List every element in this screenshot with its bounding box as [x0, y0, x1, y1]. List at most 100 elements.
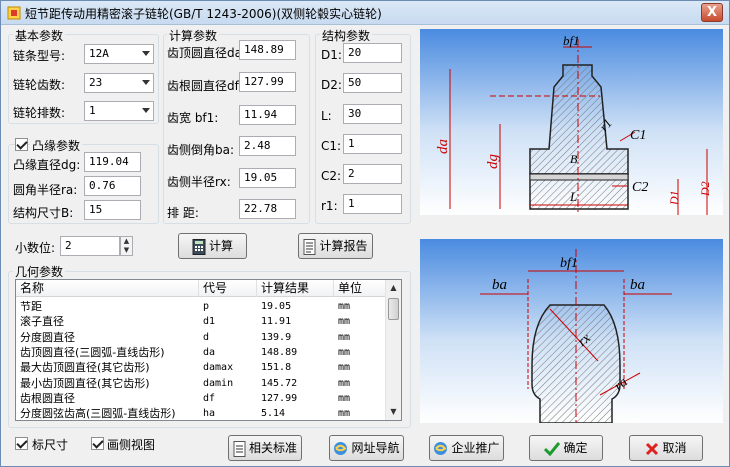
ra-field[interactable]: 0.76	[84, 176, 141, 196]
b-label: 结构尺寸B:	[13, 206, 74, 220]
standard-button[interactable]: 相关标准	[228, 435, 302, 461]
basic-params-title: 基本参数	[13, 27, 66, 44]
cancel-button[interactable]: 取消	[629, 435, 703, 461]
col-result[interactable]: 计算结果	[257, 280, 334, 297]
teeth-select[interactable]: 23	[84, 73, 154, 93]
dim-d1: D1	[667, 190, 681, 206]
spin-down-icon[interactable]: ▼	[121, 246, 132, 255]
dimension-checkbox[interactable]	[15, 437, 28, 450]
dim-b: B	[570, 152, 578, 166]
rx-field[interactable]: 19.05	[239, 168, 296, 188]
calculate-button-label: 计算	[208, 239, 233, 253]
table-row[interactable]: 滚子直径 d1 11.91 mm	[16, 314, 386, 329]
ba-field[interactable]: 2.48	[239, 136, 296, 156]
dg-field[interactable]: 119.04	[84, 152, 141, 172]
decimals-spinner[interactable]: ▲ ▼	[120, 236, 133, 256]
document-icon	[233, 440, 246, 457]
geometry-title: 几何参数	[13, 263, 66, 280]
d2-field[interactable]: 50	[343, 73, 402, 93]
report-icon	[303, 238, 316, 255]
dim-l: L	[569, 189, 577, 204]
d1-label: D1:	[321, 48, 342, 62]
scroll-up-icon[interactable]: ▲	[386, 280, 401, 296]
promo-button-label: 企业推广	[451, 441, 500, 455]
pitch-field[interactable]: 22.78	[239, 199, 296, 219]
side-view-checkbox[interactable]	[91, 437, 104, 450]
spin-up-icon[interactable]: ▲	[121, 237, 132, 246]
d1-field[interactable]: 20	[343, 43, 402, 63]
scroll-down-icon[interactable]: ▼	[386, 404, 401, 420]
r1-field[interactable]: 1	[343, 194, 402, 214]
cell-code: p	[203, 301, 210, 312]
decimals-field[interactable]: 2	[60, 236, 120, 256]
b-field[interactable]: 15	[84, 200, 141, 220]
report-button-label: 计算报告	[319, 239, 368, 253]
rx-label: 齿侧半径rx:	[167, 175, 231, 189]
boss-params-title: 凸缘参数	[30, 137, 83, 154]
table-row[interactable]: 分度圆弦齿高(三圆弧-直线齿形) ha 5.14 mm	[16, 406, 386, 420]
cell-unit: mm	[338, 346, 351, 358]
app-icon	[7, 6, 21, 20]
calc-params-title: 计算参数	[167, 27, 220, 44]
struct-params-title: 结构参数	[320, 27, 373, 44]
table-row[interactable]: 齿根圆直径 df 127.99 mm	[16, 391, 386, 406]
dim-bf1-2: bf1	[560, 256, 578, 271]
teeth-label: 链轮齿数:	[13, 78, 66, 92]
cell-value: 151.8	[261, 362, 292, 374]
l-label: L:	[321, 109, 332, 123]
calculator-icon	[192, 238, 206, 255]
rows-value: 1	[89, 104, 96, 117]
col-name[interactable]: 名称	[16, 280, 199, 297]
cell-value: 127.99	[261, 392, 298, 404]
cell-code: damax	[203, 362, 234, 374]
scroll-thumb[interactable]	[388, 298, 399, 320]
boss-params-checkbox[interactable]	[15, 138, 28, 151]
tooth-profile-figure: bf1 ba ba rx ra	[420, 239, 723, 424]
cell-name: 齿根圆直径	[20, 391, 75, 405]
dim-ba-right: ba	[630, 277, 645, 293]
chain-model-label: 链条型号:	[13, 49, 66, 63]
ok-button-label: 确定	[563, 441, 588, 455]
dim-ba-left: ba	[492, 277, 507, 293]
chain-model-select[interactable]: 12A	[84, 44, 154, 64]
da-field[interactable]: 148.89	[239, 40, 296, 60]
promo-button[interactable]: 企业推广	[429, 435, 504, 461]
table-row[interactable]: 齿顶圆直径(三圆弧-直线齿形) da 148.89 mm	[16, 345, 386, 360]
dim-da: da	[435, 139, 451, 154]
cancel-button-label: 取消	[662, 441, 687, 455]
col-unit[interactable]: 单位	[334, 280, 386, 297]
cell-code: da	[203, 346, 216, 358]
cell-code: damin	[203, 377, 234, 389]
col-code[interactable]: 代号	[199, 280, 257, 297]
title-bar: 短节距传动用精密滚子链轮(GB/T 1243-2006)(双侧轮毂实心链轮) X	[1, 1, 729, 25]
nav-button[interactable]: 网址导航	[329, 435, 404, 461]
geometry-table[interactable]: 名称 代号 计算结果 单位 节距 p 19.05 mm 滚子直径 d1 11.91 mm 分度圆…	[15, 279, 402, 421]
report-button[interactable]: 计算报告	[298, 233, 373, 259]
nav-button-label: 网址导航	[351, 441, 400, 455]
c1-field[interactable]: 1	[343, 134, 402, 154]
table-row[interactable]: 节距 p 19.05 mm	[16, 299, 386, 314]
table-row[interactable]: 分度圆直径 d 139.9 mm	[16, 330, 386, 345]
c2-field[interactable]: 2	[343, 164, 402, 184]
cell-name: 最小齿顶圆直径(其它齿形)	[20, 376, 150, 390]
cell-unit: mm	[338, 392, 351, 404]
cell-name: 滚子直径	[20, 315, 64, 329]
bf1-field[interactable]: 11.94	[239, 105, 296, 125]
ok-button[interactable]: 确定	[529, 435, 603, 461]
dim-c1: C1	[630, 128, 646, 143]
table-scrollbar[interactable]: ▲ ▼	[385, 280, 401, 420]
main-window: 短节距传动用精密滚子链轮(GB/T 1243-2006)(双侧轮毂实心链轮) X…	[0, 0, 730, 467]
standard-button-label: 相关标准	[248, 441, 297, 455]
calc-params-group	[163, 34, 310, 224]
table-row[interactable]: 最大齿顶圆直径(其它齿形) damax 151.8 mm	[16, 360, 386, 375]
l-field[interactable]: 30	[343, 104, 402, 124]
cell-name: 齿顶圆直径(三圆弧-直线齿形)	[20, 345, 165, 359]
calculate-button[interactable]: 计算	[178, 233, 247, 259]
table-row[interactable]: 最小齿顶圆直径(其它齿形) damin 145.72 mm	[16, 376, 386, 391]
cell-code: df	[203, 392, 216, 404]
rows-select[interactable]: 1	[84, 101, 154, 121]
sprocket-section-figure: bf1 da dg r1 C1 B C2 L D1 D2	[420, 29, 723, 215]
df-field[interactable]: 127.99	[239, 72, 296, 92]
dg-label: 凸缘直径dg:	[13, 158, 81, 172]
close-button[interactable]: X	[701, 3, 723, 22]
